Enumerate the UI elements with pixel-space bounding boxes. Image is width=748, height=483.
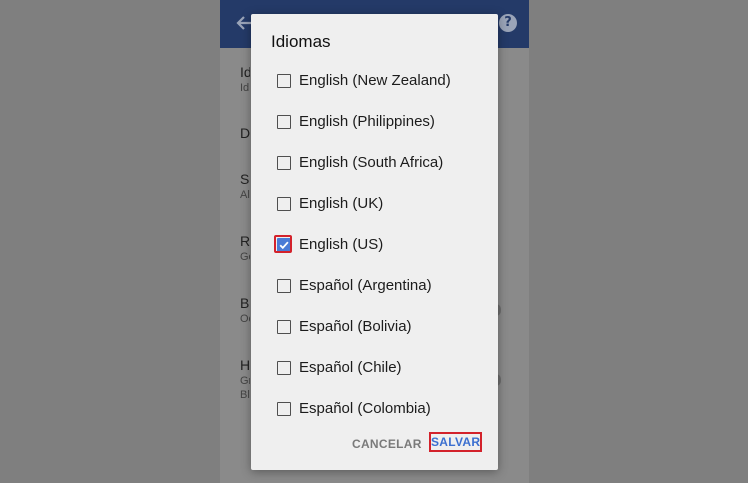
- settings-row: Re Ge: [240, 232, 250, 264]
- settings-row: D: [240, 124, 250, 142]
- settings-row-subtitle: Ge: [240, 251, 250, 263]
- save-button[interactable]: SALVAR: [429, 432, 482, 452]
- language-option[interactable]: Español (Colombia): [251, 389, 498, 418]
- settings-row-subtitle: Al: [240, 189, 250, 201]
- language-option[interactable]: English (US): [251, 225, 498, 266]
- checkbox[interactable]: [277, 279, 291, 293]
- language-list[interactable]: English (Ireland)English (New Zealand)En…: [251, 50, 498, 418]
- language-option-label: English (US): [299, 236, 384, 253]
- settings-row: Sa Al: [240, 170, 250, 202]
- language-option[interactable]: Español (Bolivia): [251, 307, 498, 348]
- highlight-outline: [274, 235, 292, 253]
- language-option-label: Español (Bolivia): [299, 318, 412, 335]
- language-option[interactable]: English (South Africa): [251, 143, 498, 184]
- settings-row-title: Sa: [240, 171, 250, 187]
- settings-row-subtitle: Bl: [240, 389, 250, 401]
- language-option-label: Español (Argentina): [299, 277, 432, 294]
- checkbox[interactable]: [277, 361, 291, 375]
- settings-row-title: Bl: [240, 295, 250, 311]
- cancel-button[interactable]: CANCELAR: [352, 434, 422, 454]
- settings-row: Bl Oc: [240, 294, 250, 326]
- language-option-label: English (Philippines): [299, 113, 435, 130]
- settings-row-subtitle: Oc: [240, 313, 250, 325]
- languages-dialog: Idiomas English (Ireland)English (New Ze…: [251, 14, 498, 470]
- checkbox[interactable]: [277, 156, 291, 170]
- settings-row-title: H: [240, 357, 250, 373]
- checkbox[interactable]: [277, 197, 291, 211]
- language-option-label: English (UK): [299, 195, 384, 212]
- settings-row-title: D: [240, 125, 250, 141]
- dialog-actions: CANCELAR SALVAR: [251, 430, 498, 460]
- checkbox[interactable]: [277, 74, 291, 88]
- checkbox[interactable]: [277, 320, 291, 334]
- dialog-title: Idiomas: [271, 31, 337, 53]
- language-option-label: English (South Africa): [299, 154, 444, 171]
- checkbox[interactable]: [277, 115, 291, 129]
- language-option[interactable]: English (UK): [251, 184, 498, 225]
- settings-row: H Gr Bl: [240, 356, 250, 402]
- settings-row-subtitle: Gr: [240, 375, 250, 387]
- language-option-label: English (New Zealand): [299, 72, 451, 89]
- language-option[interactable]: Español (Chile): [251, 348, 498, 389]
- help-circle-icon[interactable]: ?: [499, 14, 517, 32]
- language-option[interactable]: Español (Argentina): [251, 266, 498, 307]
- checkbox[interactable]: [277, 402, 291, 416]
- settings-row-subtitle: Id: [240, 82, 250, 94]
- settings-row-languages: Id Id: [240, 63, 250, 95]
- language-option[interactable]: English (Philippines): [251, 102, 498, 143]
- settings-row-title: Id: [240, 64, 250, 80]
- language-option-label: Español (Chile): [299, 359, 402, 376]
- language-option[interactable]: English (New Zealand): [251, 61, 498, 102]
- language-option-label: Español (Colombia): [299, 400, 431, 417]
- settings-row-title: Re: [240, 233, 250, 249]
